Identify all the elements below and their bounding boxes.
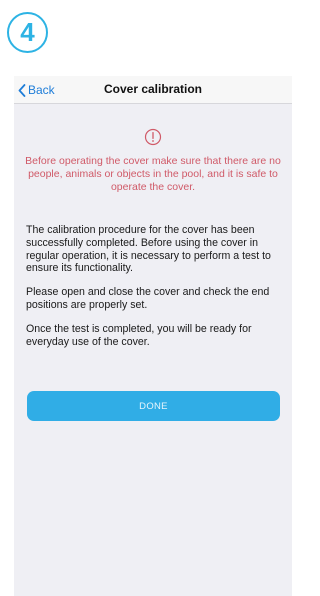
- chevron-left-icon: [18, 83, 26, 97]
- page-title: Cover calibration: [103, 82, 203, 96]
- warning-text: Before operating the cover make sure tha…: [25, 155, 281, 193]
- instruction-paragraph: Once the test is completed, you will be …: [26, 322, 252, 348]
- done-button[interactable]: DONE: [27, 391, 280, 421]
- back-button[interactable]: Back: [18, 80, 55, 100]
- step-number-badge: 4: [7, 12, 48, 53]
- phone-screen: Back Cover calibration Before operating …: [14, 76, 292, 596]
- safety-warning: Before operating the cover make sure tha…: [22, 128, 284, 194]
- back-button-label: Back: [28, 83, 55, 97]
- instructions: The calibration procedure for the cover …: [26, 224, 284, 359]
- instruction-paragraph: The calibration procedure for the cover …: [26, 224, 271, 275]
- step-number: 4: [20, 17, 35, 47]
- navigation-bar: Back Cover calibration: [14, 76, 292, 104]
- exclamation-circle-icon: [144, 128, 162, 146]
- instruction-paragraph: Please open and close the cover and chec…: [26, 286, 270, 311]
